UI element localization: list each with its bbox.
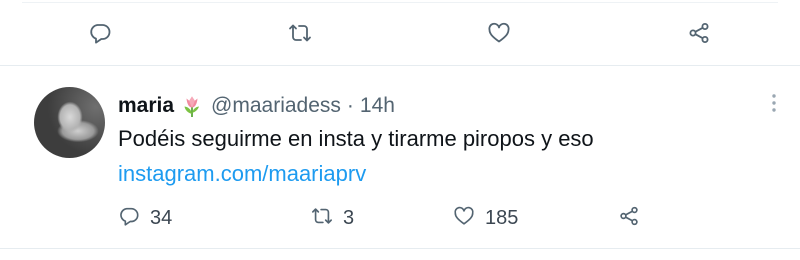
display-name[interactable]: maria (118, 94, 174, 118)
reply-icon (118, 205, 140, 232)
retweet-icon[interactable] (286, 19, 314, 47)
like-button[interactable]: 185 (453, 203, 518, 233)
like-icon (453, 205, 475, 232)
tweet[interactable]: maria @maariadess · 14h Podéis seguirme … (0, 67, 800, 249)
tweet-link[interactable]: instagram.com/maariaprv (118, 161, 366, 187)
reply-icon[interactable] (86, 19, 114, 47)
previous-tweet-actions (0, 0, 800, 66)
avatar[interactable] (34, 87, 105, 158)
handle[interactable]: @maariadess (211, 94, 341, 118)
share-icon[interactable] (685, 19, 713, 47)
retweet-icon (311, 205, 333, 232)
more-icon[interactable] (764, 92, 784, 114)
retweet-button[interactable]: 3 (311, 203, 354, 233)
share-icon (618, 205, 640, 232)
retweet-count: 3 (343, 206, 355, 229)
timeline: maria @maariadess · 14h Podéis seguirme … (0, 0, 800, 260)
tweet-header: maria @maariadess · 14h (118, 92, 395, 120)
tweet-text: Podéis seguirme en insta y tirarme pirop… (118, 126, 594, 151)
reply-count: 34 (150, 206, 173, 229)
separator: · (346, 94, 354, 117)
divider (0, 248, 800, 249)
timestamp[interactable]: 14h (360, 94, 395, 118)
tweet-actions: 34 3 185 (118, 203, 658, 233)
share-button[interactable] (618, 203, 640, 233)
like-count: 185 (485, 206, 519, 229)
tulip-emoji (180, 94, 204, 118)
reply-button[interactable]: 34 (118, 203, 172, 233)
like-icon[interactable] (485, 19, 513, 47)
